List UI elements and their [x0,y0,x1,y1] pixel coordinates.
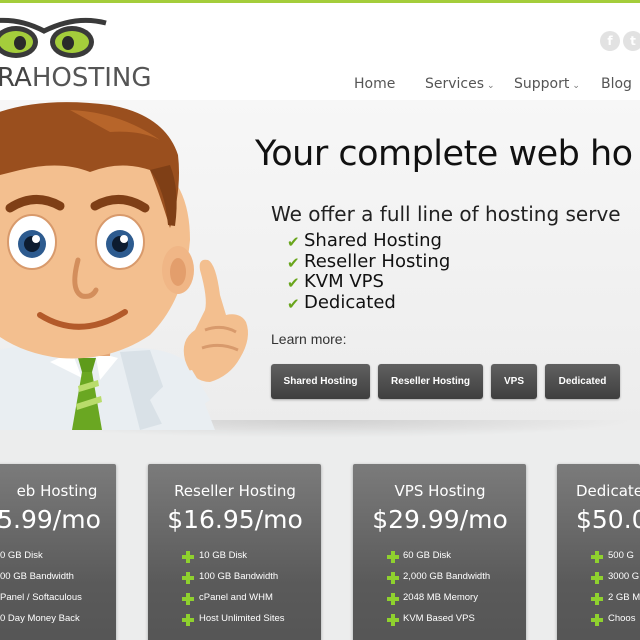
learn-more-label: Learn more: [271,331,347,347]
plan-title: Dedicate [576,482,640,500]
facebook-icon[interactable]: f [600,31,620,51]
plan-feature: Host Unlimited Sites [199,613,285,624]
plus-icon [591,593,603,605]
feature-label: Reseller Hosting [304,250,451,272]
twitter-label: t [630,34,636,48]
owl-eyes-logo-icon [0,17,107,58]
vps-button[interactable]: VPS [491,364,537,399]
plan-feature: cPanel and WHM [199,592,273,603]
plan-feature: Panel / Softaculous [0,592,82,603]
logo-text-left: RA [0,63,32,93]
list-item: ✔ Shared Hosting [287,231,450,252]
plan-card-vps-hosting[interactable]: VPS Hosting $29.99/mo 60 GB Disk 2,000 G… [353,464,526,640]
plan-feature: 0 Day Money Back [0,613,80,624]
plus-icon [591,614,603,626]
checkmark-icon: ✔ [287,274,300,292]
list-item: ✔ Reseller Hosting [287,250,451,273]
twitter-icon[interactable]: t [623,31,640,51]
logo[interactable]: RAHOSTING [0,13,160,93]
plan-feature: 2,000 GB Bandwidth [403,571,491,582]
feature-label: KVM VPS [304,271,384,292]
hero-subheadline: We offer a full line of hosting serve [271,202,621,226]
chevron-down-icon: ⌄ [572,81,580,91]
logo-text: RAHOSTING [0,63,151,93]
plan-title: VPS Hosting [394,482,486,500]
logo-text-right: HOSTING [31,63,152,93]
plan-feature: 500 G [608,550,634,561]
nav-blog[interactable]: Blog [601,76,632,92]
plan-price: 5.99/mo [0,505,101,534]
checkmark-icon: ✔ [287,233,300,251]
plan-feature: Choos [608,613,636,624]
site-header: RAHOSTING f t Home Services ⌄ Support ⌄ Bl… [0,3,640,100]
reseller-hosting-button[interactable]: Reseller Hosting [378,364,483,399]
plus-icon [387,551,399,563]
plus-icon [591,572,603,584]
plan-card-dedicated[interactable]: Dedicate $50.0 500 G 3000 G 2 GB M Choos [557,464,640,640]
plan-price: $50.0 [576,505,640,534]
facebook-label: f [607,34,613,48]
plan-title: Reseller Hosting [174,482,296,500]
plan-feature: 00 GB Bandwidth [0,571,74,582]
nav-home[interactable]: Home [354,76,395,92]
plus-icon [182,551,194,563]
mascot-illustration [0,102,248,430]
plus-icon [182,572,194,584]
feature-label: Shared Hosting [304,230,442,251]
plan-feature: 3000 G [608,571,640,582]
plus-icon [182,614,194,626]
list-item: ✔ KVM VPS [287,272,450,293]
nav-support-label: Support [514,76,570,92]
dedicated-button[interactable]: Dedicated [545,364,620,399]
checkmark-icon: ✔ [287,294,300,313]
plan-feature: 0 GB Disk [0,550,43,561]
chevron-down-icon: ⌄ [487,81,495,91]
feature-label: Dedicated [304,291,396,313]
plus-icon [591,551,603,563]
page: RAHOSTING f t Home Services ⌄ Support ⌄ Bl… [0,0,640,640]
list-item: ✔ Dedicated [287,291,450,314]
nav-support[interactable]: Support ⌄ [514,76,580,92]
shared-hosting-button[interactable]: Shared Hosting [271,364,370,399]
checkmark-icon: ✔ [287,253,300,272]
nav-blog-label: Blog [601,76,632,92]
nav-services-label: Services [425,76,485,92]
plan-feature: 2048 MB Memory [403,592,478,603]
hero-feature-list: ✔ Shared Hosting ✔ Reseller Hosting ✔ KVM V… [287,231,450,313]
plan-price: $29.99/mo [372,505,508,534]
plan-card-reseller-hosting[interactable]: Reseller Hosting $16.95/mo 10 GB Disk 10… [148,464,321,640]
plus-icon [387,593,399,605]
plan-feature: 60 GB Disk [403,550,452,561]
nav-home-label: Home [354,76,396,92]
hero-headline: Your complete web ho [255,134,633,174]
plan-title: eb Hosting [16,482,98,500]
plus-icon [387,614,399,626]
plan-feature: KVM Based VPS [403,613,475,624]
nav-services[interactable]: Services ⌄ [425,76,495,92]
plan-card-web-hosting[interactable]: eb Hosting 5.99/mo 0 GB Disk 00 GB Bandw… [0,464,116,640]
plus-icon [387,572,399,584]
plan-feature: 2 GB M [608,592,640,603]
plan-feature: 10 GB Disk [199,550,248,561]
plan-price: $16.95/mo [167,505,303,534]
plan-feature: 100 GB Bandwidth [199,571,279,582]
plus-icon [182,593,194,605]
